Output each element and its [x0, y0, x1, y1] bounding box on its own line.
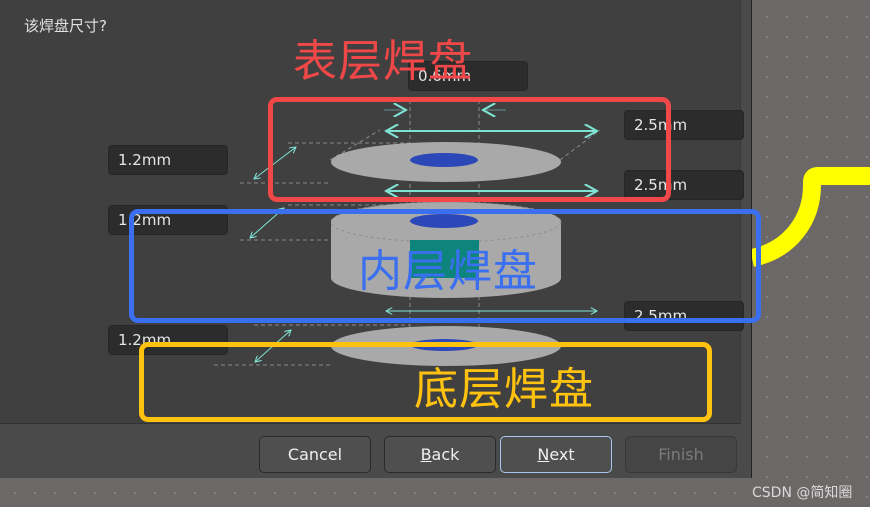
back-label: ack	[431, 445, 460, 464]
back-button[interactable]: Back	[384, 436, 496, 473]
bottom-layer-label: 底层焊盘	[414, 364, 594, 415]
back-mnemonic: B	[420, 445, 432, 464]
yellow-trace	[749, 167, 870, 267]
next-button[interactable]: Next	[500, 436, 612, 473]
cancel-button[interactable]: Cancel	[259, 436, 371, 473]
next-label: ext	[549, 445, 575, 464]
top-thickness-input[interactable]: 1.2mm	[108, 145, 228, 175]
finish-button[interactable]: Finish	[625, 436, 737, 473]
next-mnemonic: N	[537, 445, 550, 464]
inner-layer-label: 内层焊盘	[358, 246, 538, 297]
top-layer-label: 表层焊盘	[293, 36, 473, 87]
watermark: CSDN @简知圈	[752, 485, 853, 501]
top-layer-highlight-box	[268, 97, 671, 202]
